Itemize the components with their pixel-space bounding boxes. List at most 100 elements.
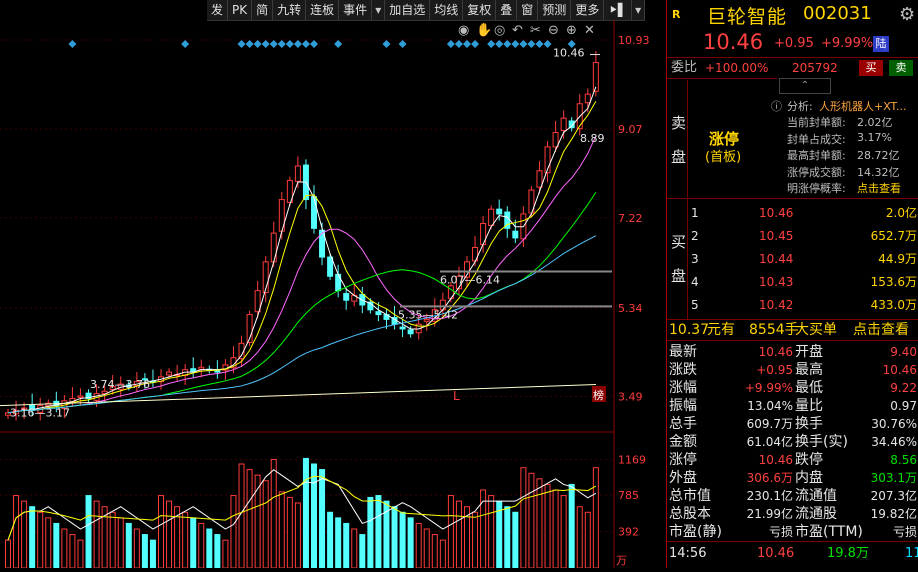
kline-chart[interactable]: 10.93 9.07 7.22 5.34 3.49 1169 785 392 万 10.46 8.… [0,20,666,569]
buy-level-price: 10.43 [759,275,794,289]
signal-diamond [503,40,512,48]
seal-val-4[interactable]: 点击查看 [857,180,901,196]
toolbar-item-14[interactable]: ⯈▌ [604,0,633,20]
seal-key-4: 明涨停概率: [787,182,846,195]
stat-value-right: 303.1万 [870,471,917,485]
volume-bar [302,457,309,569]
seal-key-1: 封单占成交: [787,132,846,146]
toolbar-item-10[interactable]: 叠 [496,0,518,20]
signal-diamond [237,40,246,48]
candle [528,186,535,217]
rank-badge: 榜 [593,388,604,402]
signal-diamond [519,40,528,48]
toolbar-item-6[interactable]: ▾ [372,0,386,20]
candle [399,319,406,338]
buy-button[interactable]: 买 [859,60,883,76]
volume-bar [439,539,446,569]
volume-bar [286,496,293,569]
candle-body [375,311,382,316]
stat-value-left: +0.95 [756,363,793,377]
candle-body [327,256,334,277]
toolbar-item-4[interactable]: 连板 [306,0,340,20]
buy-level-volume: 44.9万 [878,252,917,266]
candle-body [77,395,84,398]
signal-diamond [471,40,480,48]
toolbar-item-3[interactable]: 九转 [273,0,307,20]
volume-bar [584,511,591,569]
toolbar-item-7[interactable]: 加自选 [385,0,431,20]
toolbar-item-15[interactable]: ▾ [632,0,646,20]
signal-diamond [495,40,504,48]
volume-bar [415,522,422,569]
tick-extra: 11 [905,546,918,561]
stat-label-left: 金额 [669,434,697,450]
last-price: 10.46 [703,30,764,54]
arrow-left-icon[interactable]: ↶ [512,23,523,38]
signal-diamond [301,40,310,48]
eye-icon[interactable]: ◉ [458,23,469,38]
candle [536,161,543,194]
buy-level-price: 10.42 [759,298,794,312]
price-axis-label: 7.22 [618,212,643,225]
close-icon[interactable]: ✕ [584,23,595,38]
info-icon[interactable]: ⓘ [771,98,782,114]
volume-bar [536,478,543,569]
weibi-label: 委比 [671,60,698,75]
toolbar-item-2[interactable]: 简 [252,0,274,20]
volume-bar [198,522,205,569]
seal-val-0: 2.02亿 [857,116,893,129]
candle [286,176,293,207]
analysis-text[interactable]: 人形机器人+XT... [819,98,906,114]
volume-bar [13,495,20,569]
buy-level-price: 10.45 [759,229,794,243]
price-change: +0.95 [774,36,814,51]
volume-bar [528,472,535,569]
big-order-link[interactable]: 点击查看 [853,321,909,339]
candle [198,359,205,378]
big-order-qty: 8554手 [749,322,799,338]
stat-value-left: 10.46 [758,345,793,359]
kline-chart-area[interactable]: 10.93 9.07 7.22 5.34 3.49 1169 785 392 万 10.46 8.… [0,20,666,569]
scissors-icon[interactable]: ✂ [530,23,541,38]
volume-bar [576,506,583,569]
hand-icon[interactable]: ✋ [476,22,492,38]
sell-button[interactable]: 卖 [889,60,913,76]
candle-body [166,371,173,376]
toolbar-item-12[interactable]: 预测 [538,0,572,20]
candle [488,205,495,230]
toolbar-item-5[interactable]: 事件 [339,0,373,20]
stat-value-left: 13.04% [747,399,793,413]
stat-label-right: 流通值 [795,488,837,504]
volume-bar [504,506,511,569]
stat-label-left: 涨停 [669,452,697,468]
signal-diamond [487,40,496,48]
stat-label-right: 换手(实) [795,434,848,450]
candle [343,287,350,310]
buy-level-volume: 652.7万 [870,229,917,243]
quote-panel: R 巨轮智能 002031 ⚙ 10.46 +0.95 +9.99% 陆 委比 … [666,0,918,568]
toolbar-item-9[interactable]: 复权 [463,0,497,20]
price-axis-label: 10.93 [618,34,650,47]
zoom-in-icon[interactable]: ⊕ [566,23,577,38]
buy-level-num: 4 [691,275,699,289]
toolbar-item-8[interactable]: 均线 [430,0,464,20]
gear-icon[interactable]: ⚙ [899,4,915,25]
seal-val-3: 14.32亿 [857,165,900,179]
volume-bar [85,495,92,569]
toolbar-item-11[interactable]: 窗 [517,0,539,20]
volume-bar [488,495,495,569]
volume-bar [472,511,479,569]
weibi-diff: 205792 [792,61,838,75]
toolbar-item-1[interactable]: PK [228,0,253,20]
signal-diamond [463,40,471,48]
stat-value-right: 207.3亿 [870,489,917,503]
volume-bar [61,528,68,569]
volume-bar [294,502,301,569]
target-icon[interactable]: ◎ [494,23,505,38]
toolbar-item-0[interactable]: 发 [207,0,229,20]
toolbar-item-13[interactable]: 更多 [571,0,605,20]
zoom-out-icon[interactable]: ⊖ [548,23,559,38]
volume-bar [133,528,140,569]
candle [190,357,197,378]
volume-axis-label: 392 [618,526,639,539]
